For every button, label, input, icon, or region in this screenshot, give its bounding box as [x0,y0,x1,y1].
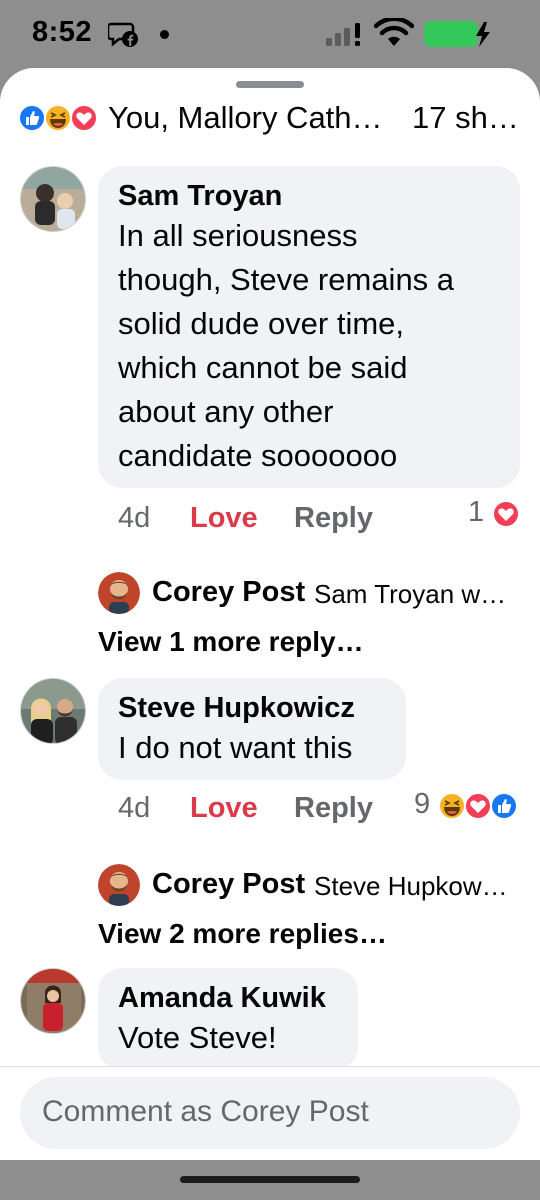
status-bar: 8:52 [0,0,540,68]
comment-bubble[interactable]: Sam Troyan In all seriousness though, St… [98,166,520,488]
avatar[interactable] [20,968,86,1034]
comment-text-line: which cannot be said [118,350,408,385]
comment-time: 4d [118,792,151,824]
shares-count[interactable]: 17 sh… [412,100,519,136]
reply-preview[interactable]: Corey Post Sam Troyan w… [98,570,528,614]
view-more-replies[interactable]: View 1 more reply… [98,626,364,658]
home-indicator[interactable] [180,1176,360,1183]
comment-reactions[interactable]: 1 [468,496,524,530]
reaction-icons-stack [18,104,98,132]
reply-snippet: Steve Hupkow… [314,871,508,901]
comment-bubble[interactable]: Amanda Kuwik Vote Steve! [98,968,358,1070]
avatar[interactable] [20,166,86,232]
love-icon [464,792,492,820]
post-reactions-summary[interactable]: You, Mallory Cath… 17 sh… [18,96,528,140]
reply-preview[interactable]: Corey Post Steve Hupkow… [98,862,528,906]
sheet-grabber[interactable] [236,81,304,88]
reaction-icons-stack [438,792,518,820]
reply-author[interactable]: Corey Post [152,868,305,901]
avatar[interactable] [98,864,140,906]
comment-text-line: Vote Steve! [118,1020,277,1055]
reaction-count: 9 [414,788,431,820]
status-time: 8:52 [32,16,93,48]
comment-composer-bar: Comment as Corey Post [0,1066,540,1160]
view-more-replies[interactable]: View 2 more replies… [98,918,387,950]
haha-icon [44,104,72,132]
dot-icon [160,30,169,39]
reply-author[interactable]: Corey Post [152,576,305,609]
comment-actions: 4d Love Reply [118,502,418,542]
comment-text-line: In all seriousness [118,218,358,253]
comment-bubble[interactable]: Steve Hupkowicz I do not want this [98,678,406,780]
comment-text-line: about any other [118,394,334,429]
reply-button[interactable]: Reply [294,502,373,535]
love-button[interactable]: Love [190,792,258,825]
reply-button[interactable]: Reply [294,792,373,825]
home-bar [0,1160,540,1200]
comment-text-line: though, Steve remains a [118,262,455,297]
comment-author[interactable]: Amanda Kuwik [118,980,338,1016]
comment-text-line: I do not want this [118,730,353,765]
avatar[interactable] [20,678,86,744]
comment-author[interactable]: Steve Hupkowicz [118,690,386,726]
reply-snippet: Sam Troyan w… [314,579,507,609]
comment-input[interactable]: Comment as Corey Post [20,1077,520,1149]
love-icon [70,104,98,132]
messenger-facebook-icon [108,22,138,47]
comment-reactions[interactable]: 9 [414,788,524,822]
like-icon [490,792,518,820]
wifi-icon [374,18,414,46]
comment-author[interactable]: Sam Troyan [118,178,500,214]
comment-actions: 4d Love Reply [118,792,418,832]
comments-sheet[interactable]: You, Mallory Cath… 17 sh… Sam Troyan In … [0,68,540,1160]
comment-time: 4d [118,502,151,534]
reaction-count: 1 [468,496,485,528]
comment-text-line: candidate sooooooo [118,438,398,473]
cellular-signal-icon [326,23,360,46]
battery-charging-icon [424,21,490,47]
love-button[interactable]: Love [190,502,258,535]
love-icon [492,500,520,528]
avatar[interactable] [98,572,140,614]
like-icon [18,104,46,132]
haha-icon [438,792,466,820]
comment-text-line: solid dude over time, [118,306,405,341]
reactions-names[interactable]: You, Mallory Cath… [108,100,383,136]
comment-input-placeholder: Comment as Corey Post [42,1095,369,1128]
